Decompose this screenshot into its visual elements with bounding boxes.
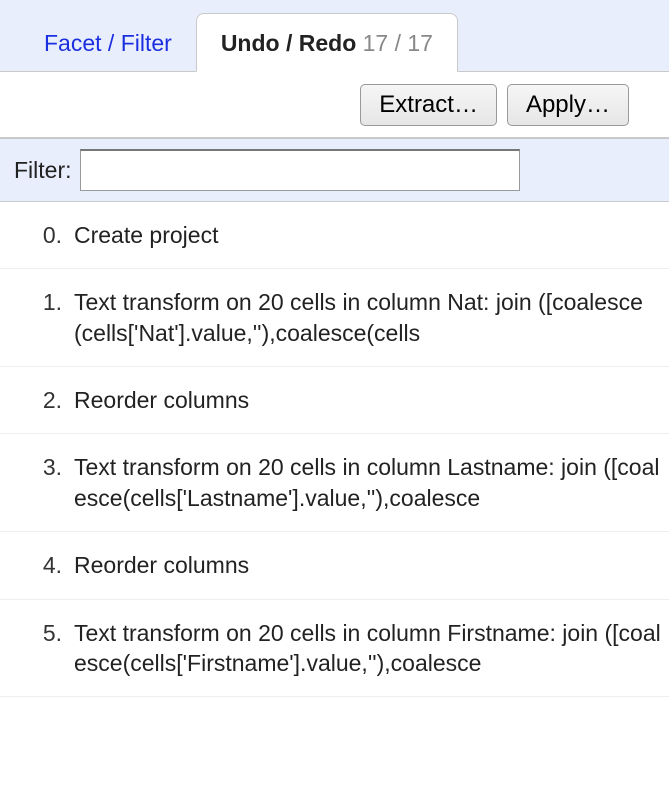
history-item[interactable]: 5. Text transform on 20 cells in column …: [0, 600, 669, 698]
tab-undo-redo[interactable]: Undo / Redo 17 / 17: [196, 13, 458, 72]
history-item[interactable]: 3. Text transform on 20 cells in column …: [0, 434, 669, 532]
history-index: 5.: [0, 618, 74, 679]
filter-bar: Filter:: [0, 138, 669, 202]
history-text: Reorder columns: [74, 385, 661, 415]
history-text: Text transform on 20 cells in column Fir…: [74, 618, 661, 679]
history-index: 3.: [0, 452, 74, 513]
history-text: Create project: [74, 220, 661, 250]
history-list[interactable]: 0. Create project 1. Text transform on 2…: [0, 202, 669, 772]
undo-redo-count: 17 / 17: [363, 30, 433, 56]
tab-bar: Facet / Filter Undo / Redo 17 / 17: [0, 0, 669, 72]
history-text: Reorder columns: [74, 550, 661, 580]
history-index: 1.: [0, 287, 74, 348]
history-index: 2.: [0, 385, 74, 415]
tab-facet-filter[interactable]: Facet / Filter: [20, 14, 196, 71]
history-item[interactable]: 2. Reorder columns: [0, 367, 669, 434]
extract-button[interactable]: Extract…: [360, 84, 497, 126]
history-item[interactable]: 4. Reorder columns: [0, 532, 669, 599]
filter-input[interactable]: [80, 149, 520, 191]
history-text: Text transform on 20 cells in column Nat…: [74, 287, 661, 348]
tab-facet-filter-label: Facet / Filter: [44, 30, 172, 56]
tab-undo-redo-label: Undo / Redo: [221, 30, 356, 56]
toolbar: Extract… Apply…: [0, 72, 669, 138]
history-item[interactable]: 0. Create project: [0, 202, 669, 269]
apply-button[interactable]: Apply…: [507, 84, 629, 126]
filter-label: Filter:: [14, 157, 72, 184]
history-item[interactable]: 1. Text transform on 20 cells in column …: [0, 269, 669, 367]
history-index: 4.: [0, 550, 74, 580]
history-index: 0.: [0, 220, 74, 250]
history-text: Text transform on 20 cells in column Las…: [74, 452, 661, 513]
